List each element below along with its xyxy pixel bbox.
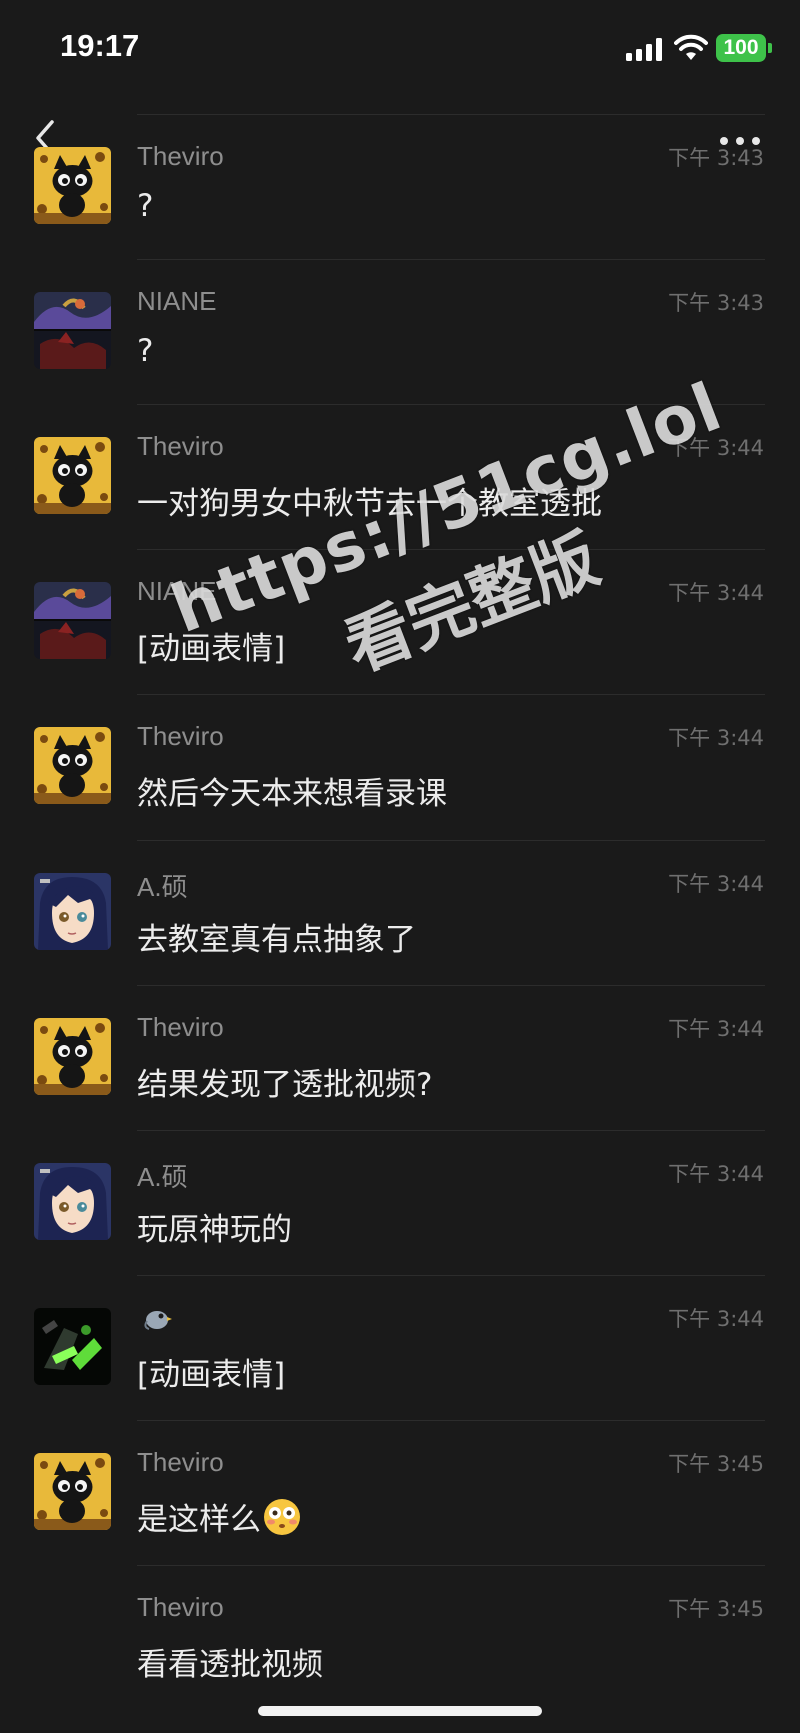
message-text[interactable]: 去教室真有点抽象了 — [137, 914, 416, 959]
avatar-dragon-art[interactable] — [34, 292, 111, 369]
message-row[interactable]: 下午 3:44 [动画表情] — [0, 1275, 800, 1420]
message-text[interactable]: 看看透批视频 — [137, 1639, 323, 1684]
sender-name: Theviro — [137, 431, 224, 461]
sender-name: A.硕 — [137, 1162, 188, 1192]
black-cat-icon — [34, 1453, 111, 1530]
avatar-black-cat[interactable] — [34, 1453, 111, 1530]
message-text[interactable]: [动画表情] — [137, 623, 285, 668]
chat-screen: 19:17 100 Theviro 下午 3:43 ? NIANE 下午 3:4… — [0, 0, 800, 1733]
avatar-dragon-art[interactable] — [34, 582, 111, 659]
message-time: 下午 3:45 — [668, 1597, 764, 1621]
avatar-anime-girl[interactable] — [34, 873, 111, 950]
bird-icon — [144, 1311, 172, 1330]
battery-tip — [768, 43, 772, 53]
message-time: 下午 3:44 — [668, 1307, 764, 1331]
message-text[interactable]: ? — [137, 333, 153, 369]
avatar-black-cat[interactable] — [34, 437, 111, 514]
status-time: 19:17 — [60, 28, 140, 63]
message-text[interactable]: 然后今天本来想看录课 — [137, 768, 447, 813]
anime-girl-icon — [34, 1163, 111, 1240]
message-time: 下午 3:44 — [668, 581, 764, 605]
message-time: 下午 3:45 — [668, 1452, 764, 1476]
flushed-face-icon — [264, 1499, 300, 1535]
message-text[interactable]: 一对狗男女中秋节去一个教室透批 — [137, 478, 602, 523]
black-cat-icon — [34, 147, 111, 224]
signal-icon — [626, 38, 662, 61]
dragon-art-icon — [34, 582, 111, 659]
message-row[interactable]: Theviro 下午 3:43 ? — [0, 114, 800, 259]
wifi-icon — [674, 34, 708, 60]
avatar-black-cat[interactable] — [34, 727, 111, 804]
message-row[interactable]: NIANE 下午 3:44 [动画表情] — [0, 549, 800, 694]
sender-name: Theviro — [137, 1592, 224, 1622]
avatar-green-robot[interactable] — [34, 1308, 111, 1385]
message-time: 下午 3:43 — [668, 291, 764, 315]
green-robot-icon — [34, 1308, 111, 1385]
message-time: 下午 3:44 — [668, 726, 764, 750]
message-time: 下午 3:44 — [668, 872, 764, 896]
sender-name: Theviro — [137, 1012, 224, 1042]
message-text[interactable]: [动画表情] — [137, 1349, 285, 1394]
message-time: 下午 3:44 — [668, 436, 764, 460]
message-text[interactable]: 玩原神玩的 — [137, 1204, 292, 1249]
black-cat-icon — [34, 727, 111, 804]
sender-name: Theviro — [137, 1447, 224, 1477]
message-row[interactable]: Theviro 下午 3:44 结果发现了透批视频? — [0, 985, 800, 1130]
sender-name: A.硕 — [137, 872, 188, 902]
battery-level: 100 — [723, 36, 759, 59]
message-row[interactable]: A.硕 下午 3:44 去教室真有点抽象了 — [0, 840, 800, 985]
black-cat-icon — [34, 1018, 111, 1095]
message-content[interactable]: 是这样么 — [137, 1494, 301, 1539]
anime-girl-icon — [34, 873, 111, 950]
avatar-black-cat[interactable] — [34, 147, 111, 224]
battery-indicator: 100 — [716, 34, 766, 62]
message-row[interactable]: Theviro 下午 3:45 看看透批视频 — [0, 1565, 800, 1710]
message-row[interactable]: Theviro 下午 3:44 一对狗男女中秋节去一个教室透批 — [0, 404, 800, 549]
sender-name: Theviro — [137, 141, 224, 171]
message-time: 下午 3:44 — [668, 1162, 764, 1186]
home-indicator[interactable] — [258, 1706, 542, 1716]
message-row[interactable]: Theviro 下午 3:45 是这样么 — [0, 1420, 800, 1565]
dragon-art-icon — [34, 292, 111, 369]
message-row[interactable]: Theviro 下午 3:44 然后今天本来想看录课 — [0, 694, 800, 839]
sender-name: NIANE — [137, 286, 217, 316]
message-text[interactable]: ? — [137, 188, 153, 224]
sender-name: NIANE — [137, 576, 217, 606]
message-text[interactable]: 结果发现了透批视频? — [137, 1059, 432, 1104]
message-time: 下午 3:43 — [668, 146, 764, 170]
avatar-anime-girl[interactable] — [34, 1163, 111, 1240]
message-time: 下午 3:44 — [668, 1017, 764, 1041]
message-row[interactable]: A.硕 下午 3:44 玩原神玩的 — [0, 1130, 800, 1275]
message-text: 是这样么 — [137, 1502, 261, 1538]
sender-name: Theviro — [137, 721, 224, 751]
black-cat-icon — [34, 437, 111, 514]
message-row[interactable]: NIANE 下午 3:43 ? — [0, 259, 800, 404]
avatar-black-cat[interactable] — [34, 1018, 111, 1095]
